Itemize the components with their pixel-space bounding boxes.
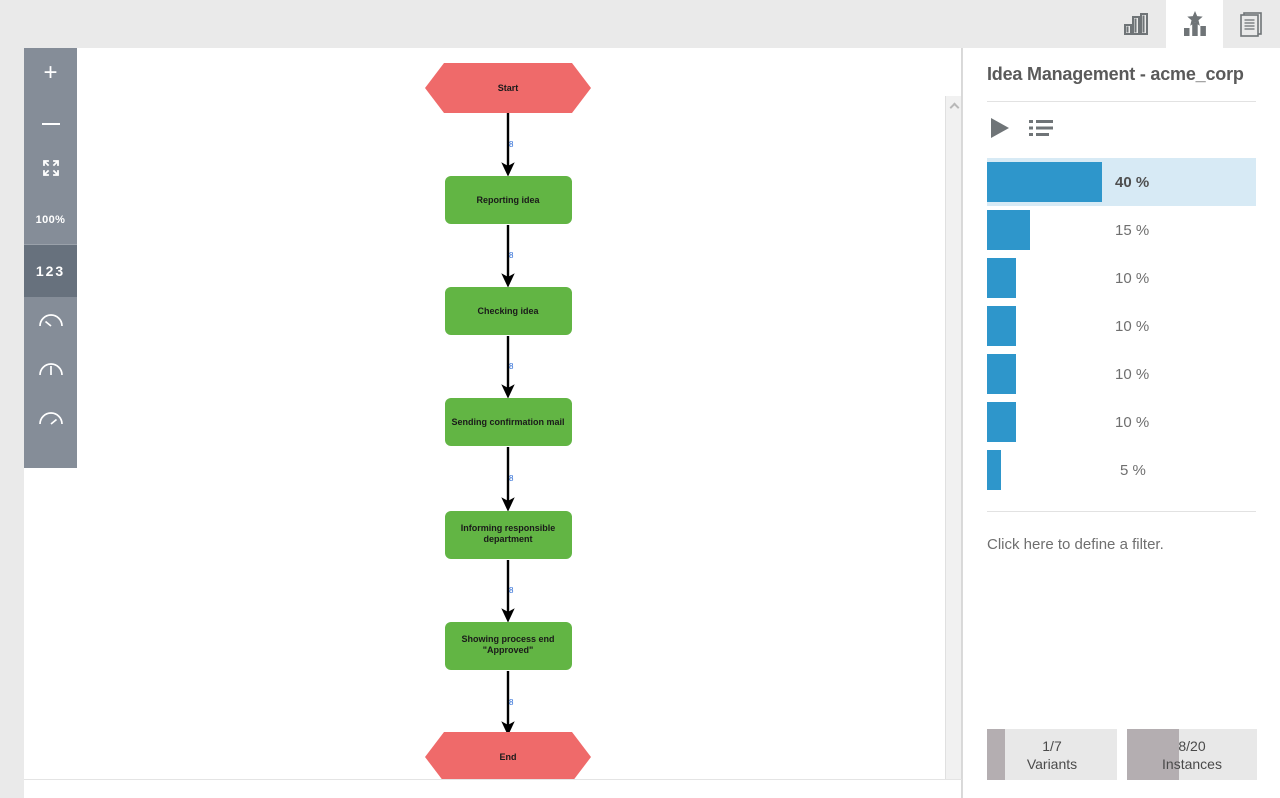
variant-bar — [987, 450, 1001, 490]
panel-action-bar — [987, 102, 1256, 156]
diagram-canvas[interactable]: + 100% 123 8 8 8 8 8 8 Start Reporting i… — [24, 48, 962, 798]
node-showing-process-end[interactable]: Showing process end "Approved" — [445, 622, 572, 670]
variant-row[interactable]: 10 % — [987, 398, 1256, 446]
numbers-toggle-button[interactable]: 123 — [24, 245, 77, 297]
node-label-line1: Showing process end — [461, 634, 554, 644]
gauge-low-icon — [38, 310, 64, 333]
variant-row[interactable]: 5 % — [987, 446, 1256, 494]
documents-icon — [1238, 11, 1266, 37]
tab-chart-view[interactable] — [1109, 0, 1166, 48]
node-label-line2: "Approved" — [483, 645, 534, 655]
variant-row[interactable]: 40 % — [987, 158, 1256, 206]
edge-label: 8 — [509, 140, 514, 149]
zoom-in-button[interactable]: + — [24, 48, 77, 97]
variant-percent: 10 % — [1115, 269, 1150, 287]
node-label: Start — [498, 83, 519, 93]
chevron-up-icon — [949, 102, 959, 113]
edge-label: 8 — [509, 698, 514, 707]
variant-percent: 5 % — [1120, 461, 1146, 479]
instances-stat-unit: Instances — [1162, 755, 1222, 772]
gauge-mid-button[interactable] — [24, 346, 77, 395]
top-tab-bar — [0, 0, 1280, 48]
list-view-button[interactable] — [1029, 118, 1053, 141]
node-checking-idea[interactable]: Checking idea — [445, 287, 572, 335]
canvas-vertical-scrollbar[interactable] — [945, 96, 961, 798]
node-label: Sending confirmation mail — [451, 417, 564, 427]
plus-icon: + — [43, 58, 58, 86]
variant-percent: 10 % — [1115, 365, 1150, 383]
variants-stat-value: 1/7 — [1042, 737, 1062, 754]
tab-documents-view[interactable] — [1223, 0, 1280, 48]
variant-bar — [987, 210, 1030, 250]
variant-row[interactable]: 10 % — [987, 302, 1256, 350]
bar-chart-icon — [1123, 12, 1153, 36]
filter-placeholder[interactable]: Click here to define a filter. — [987, 536, 1256, 553]
tab-process-view[interactable] — [1166, 0, 1223, 48]
variant-bar — [987, 258, 1016, 298]
node-informing-responsible-department[interactable]: Informing responsible department — [445, 511, 572, 559]
node-label: Reporting idea — [476, 195, 540, 205]
fit-screen-icon — [41, 158, 61, 183]
variant-bar — [987, 162, 1102, 202]
minus-icon — [41, 113, 60, 131]
variant-bar — [987, 402, 1016, 442]
gauge-mid-icon — [38, 359, 64, 382]
variant-row[interactable]: 10 % — [987, 254, 1256, 302]
edge-label: 8 — [509, 586, 514, 595]
node-label: End — [500, 752, 517, 762]
variant-percent: 10 % — [1115, 317, 1150, 335]
list-icon — [1029, 118, 1053, 141]
numbers-label: 123 — [35, 263, 66, 279]
variant-row[interactable]: 10 % — [987, 350, 1256, 398]
node-start[interactable]: Start — [425, 63, 591, 113]
zoom-out-button[interactable] — [24, 97, 77, 146]
bar-chart-star-icon — [1180, 10, 1210, 38]
instances-stat-button[interactable]: 8/20 Instances — [1127, 729, 1257, 780]
node-label-line2: department — [483, 534, 532, 544]
canvas-horizontal-scrollbar[interactable] — [24, 779, 962, 798]
canvas-toolbar: + 100% 123 — [24, 48, 77, 468]
zoom-level-label: 100% — [35, 213, 66, 226]
scroll-up-button[interactable] — [946, 98, 961, 114]
play-button[interactable] — [989, 116, 1011, 143]
fit-screen-button[interactable] — [24, 146, 77, 195]
variant-bar — [987, 306, 1016, 346]
variant-list: 40 % 15 % 10 % 10 % 10 % 10 % 5 % — [987, 158, 1256, 494]
stats-bar: 1/7 Variants 8/20 Instances — [987, 729, 1257, 780]
gauge-high-button[interactable] — [24, 395, 77, 444]
variant-percent: 15 % — [1115, 221, 1150, 239]
side-panel: Idea Management - acme_corp 40 % 15 % 10… — [962, 48, 1280, 798]
instances-stat-value: 8/20 — [1178, 737, 1206, 754]
node-label-line1: Informing responsible — [461, 523, 556, 533]
application-root: + 100% 123 8 8 8 8 8 8 Start Reporting i… — [0, 0, 1280, 798]
variants-stat-unit: Variants — [1026, 755, 1078, 772]
node-reporting-idea[interactable]: Reporting idea — [445, 176, 572, 224]
variant-percent: 10 % — [1115, 413, 1150, 431]
node-sending-confirmation-mail[interactable]: Sending confirmation mail — [445, 398, 572, 446]
variant-row[interactable]: 15 % — [987, 206, 1256, 254]
gauge-high-icon — [38, 408, 64, 431]
variant-bar — [987, 354, 1016, 394]
zoom-level-button[interactable]: 100% — [24, 195, 77, 244]
process-flow-diagram: 8 8 8 8 8 8 Start Reporting idea Checkin… — [24, 48, 961, 798]
play-icon — [989, 116, 1011, 143]
page-title: Idea Management - acme_corp — [987, 64, 1244, 84]
gauge-low-button[interactable] — [24, 297, 77, 346]
variant-percent: 40 % — [1115, 173, 1150, 191]
edge-label: 8 — [509, 474, 514, 483]
edge-label: 8 — [509, 362, 514, 371]
node-label: Checking idea — [477, 306, 539, 316]
node-end[interactable]: End — [425, 732, 591, 782]
variants-stat-button[interactable]: 1/7 Variants — [987, 729, 1117, 780]
edge-label: 8 — [509, 251, 514, 260]
variants-divider — [987, 511, 1256, 512]
